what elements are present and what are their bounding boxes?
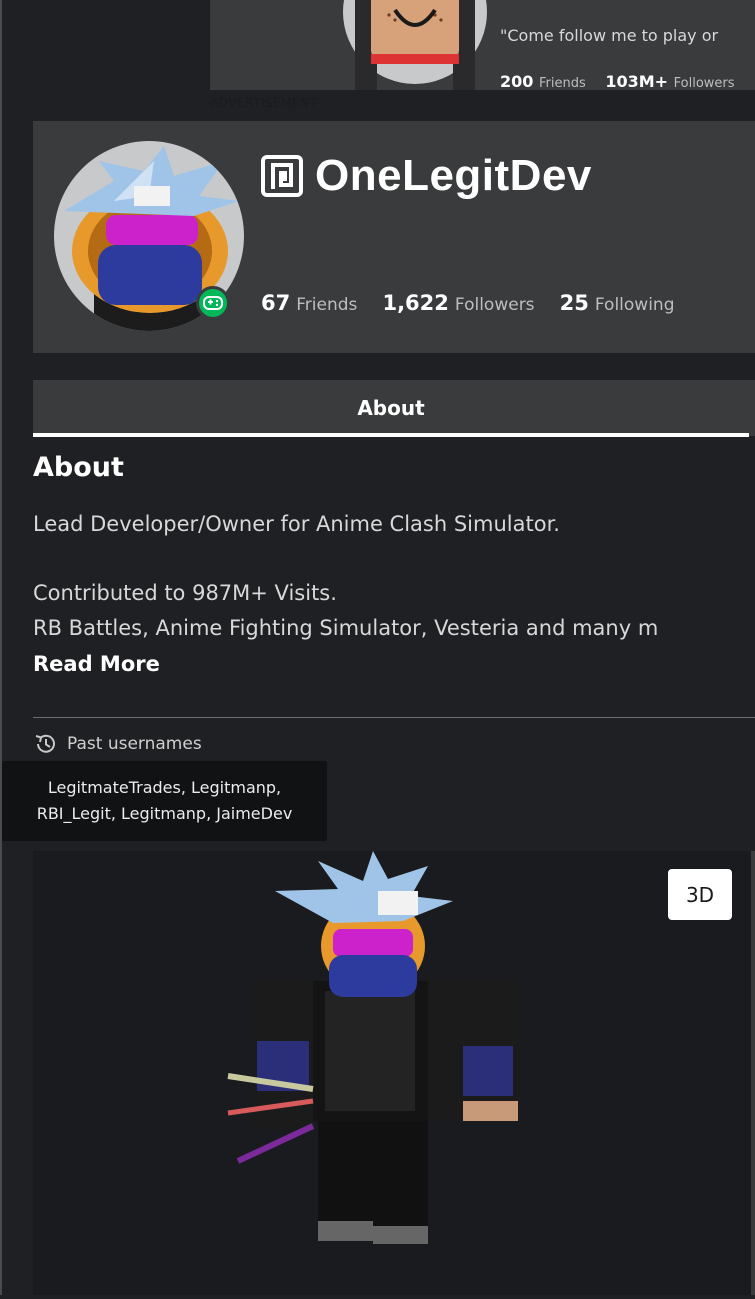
past-usernames-label: Past usernames	[67, 734, 202, 754]
avatar-3d-viewport[interactable]: 3D	[33, 851, 751, 1295]
profile-header: OneLegitDev 67 Friends 1,622 Followers 25 F…	[33, 121, 755, 353]
section-divider	[33, 717, 755, 718]
active-tab-indicator	[33, 433, 749, 437]
viewport-side-border	[751, 851, 755, 1295]
tooltip-text: LegitmateTrades, Legitmanp, RBI_Legit, L…	[2, 775, 327, 827]
tooltip-line-2: RBI_Legit, Legitmanp, JaimeDev	[36, 804, 293, 823]
ad-avatar-image	[343, 0, 487, 90]
tab-about[interactable]: About	[33, 380, 749, 436]
read-more-button[interactable]: Read More	[33, 652, 160, 676]
presence-in-game-icon[interactable]	[196, 286, 230, 320]
ad-banner[interactable]: "Come follow me to play or 200 Friends 1…	[210, 0, 755, 90]
ad-followers-count: 103M+	[605, 72, 669, 90]
friends-stat[interactable]: 67 Friends	[261, 291, 357, 315]
ad-followers-label: Followers	[673, 76, 735, 90]
gamepad-icon	[203, 296, 223, 310]
past-usernames-toggle[interactable]: Past usernames	[33, 731, 202, 757]
left-rail	[0, 0, 2, 1295]
about-description-line-3: RB Battles, Anime Fighting Simulator, Ve…	[33, 616, 659, 640]
friends-count: 67	[261, 291, 291, 315]
about-description-line-1: Lead Developer/Owner for Anime Clash Sim…	[33, 512, 560, 536]
ad-friends-label: Friends	[538, 76, 586, 90]
following-stat[interactable]: 25 Following	[560, 291, 675, 315]
display-name: OneLegitDev	[261, 151, 592, 201]
following-count: 25	[559, 291, 589, 315]
friends-label: Friends	[296, 295, 358, 315]
premium-badge-icon	[261, 155, 303, 197]
past-usernames-tooltip: LegitmateTrades, Legitmanp, RBI_Legit, L…	[2, 761, 327, 841]
profile-tabs: About	[33, 380, 755, 437]
ad-quote: "Come follow me to play or	[500, 26, 719, 45]
tooltip-line-1: LegitmateTrades, Legitmanp,	[47, 778, 282, 797]
ad-stats: 200 Friends 103M+ Followers	[500, 72, 749, 90]
followers-stat[interactable]: 1,622 Followers	[382, 291, 534, 315]
ad-friends-count: 200	[500, 72, 534, 90]
profile-stats: 67 Friends 1,622 Followers 25 Following	[261, 291, 695, 315]
username-title: OneLegitDev	[315, 151, 592, 200]
about-description-line-2: Contributed to 987M+ Visits.	[33, 581, 337, 605]
avatar-full-body-image	[227, 851, 518, 1244]
followers-count: 1,622	[382, 291, 449, 315]
advertisement-label: ADVERTISEMENT	[210, 96, 318, 110]
toggle-3d-button[interactable]: 3D	[668, 869, 732, 920]
following-label: Following	[594, 295, 675, 315]
history-clock-icon	[35, 734, 55, 753]
followers-label: Followers	[454, 295, 535, 315]
about-heading: About	[33, 452, 124, 483]
